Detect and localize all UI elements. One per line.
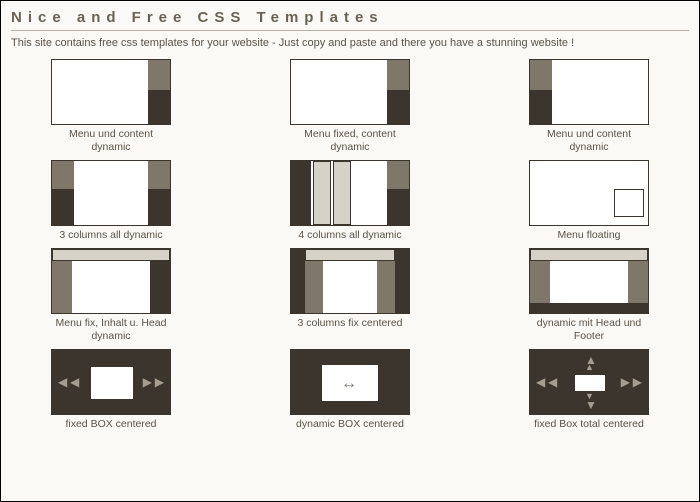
template-item-menu-content-dynamic[interactable]: Menu und content dynamic — [41, 59, 181, 154]
arrow-down-icon: ▼ — [585, 399, 597, 411]
template-item-dynamic-head-footer[interactable]: dynamic mit Head und Footer — [519, 248, 659, 343]
template-thumb — [290, 248, 410, 314]
grid-row: 3 columns all dynamic 4 columns all dyna… — [41, 160, 659, 242]
template-thumb — [51, 160, 171, 226]
template-thumb — [51, 59, 171, 125]
grid-row: Menu und content dynamic Menu fixed, con… — [41, 59, 659, 154]
grid-row: Menu fix, Inhalt u. Head dynamic 3 colum… — [41, 248, 659, 343]
template-caption: 3 columns fix centered — [290, 317, 410, 330]
template-item-3-columns-dynamic[interactable]: 3 columns all dynamic — [41, 160, 181, 242]
arrow-right-icon: ▶ — [621, 376, 630, 388]
template-caption: dynamic BOX centered — [290, 418, 410, 431]
template-thumb — [529, 59, 649, 125]
template-caption: fixed BOX centered — [51, 418, 171, 431]
template-caption: 3 columns all dynamic — [51, 229, 171, 242]
arrow-left-icon: ◀ — [58, 376, 67, 388]
template-item-4-columns-dynamic[interactable]: 4 columns all dynamic — [280, 160, 420, 242]
template-item-menu-fixed-content-dynamic[interactable]: Menu fixed, content dynamic — [280, 59, 420, 154]
template-caption: Menu fix, Inhalt u. Head dynamic — [51, 317, 171, 343]
arrow-right-icon: ▶ — [633, 376, 642, 388]
arrow-horizontal-icon: ↔ — [341, 376, 357, 392]
template-caption: Menu floating — [529, 229, 649, 242]
template-thumb: ◀ ◀ ▶ ▶ — [51, 349, 171, 415]
template-thumb — [529, 248, 649, 314]
grid-row: ◀ ◀ ▶ ▶ fixed BOX centered ↔ dynamic BOX… — [41, 349, 659, 431]
intro-text: This site contains free css templates fo… — [11, 37, 689, 49]
template-item-3-columns-fix-centered[interactable]: 3 columns fix centered — [280, 248, 420, 343]
template-item-menu-fix-head-dynamic[interactable]: Menu fix, Inhalt u. Head dynamic — [41, 248, 181, 343]
arrow-up-icon: ▲ — [585, 363, 594, 372]
template-caption: fixed Box total centered — [529, 418, 649, 431]
template-caption: Menu und content dynamic — [51, 128, 171, 154]
divider — [11, 30, 689, 31]
arrow-left-icon: ◀ — [536, 376, 545, 388]
template-item-dynamic-box-centered[interactable]: ↔ dynamic BOX centered — [280, 349, 420, 431]
template-thumb — [290, 160, 410, 226]
template-caption: 4 columns all dynamic — [290, 229, 410, 242]
arrow-left-icon: ◀ — [70, 376, 79, 388]
template-grid: Menu und content dynamic Menu fixed, con… — [11, 59, 689, 431]
page: Nice and Free CSS Templates This site co… — [1, 1, 699, 501]
template-thumb — [290, 59, 410, 125]
page-title: Nice and Free CSS Templates — [11, 9, 689, 26]
template-caption: dynamic mit Head und Footer — [529, 317, 649, 343]
template-thumb — [51, 248, 171, 314]
template-thumb: ▲ ▲ ▼ ▼ ◀ ◀ ▶ ▶ — [529, 349, 649, 415]
template-thumb — [529, 160, 649, 226]
arrow-right-icon: ▶ — [143, 376, 152, 388]
arrow-left-icon: ◀ — [548, 376, 557, 388]
template-item-fixed-box-centered[interactable]: ◀ ◀ ▶ ▶ fixed BOX centered — [41, 349, 181, 431]
template-item-fixed-box-total-centered[interactable]: ▲ ▲ ▼ ▼ ◀ ◀ ▶ ▶ fixed Box total centered — [519, 349, 659, 431]
template-item-menu-floating[interactable]: Menu floating — [519, 160, 659, 242]
template-thumb: ↔ — [290, 349, 410, 415]
template-caption: Menu und content dynamic — [529, 128, 649, 154]
template-caption: Menu fixed, content dynamic — [290, 128, 410, 154]
arrow-right-icon: ▶ — [155, 376, 164, 388]
template-item-menu-content-dynamic-2[interactable]: Menu und content dynamic — [519, 59, 659, 154]
